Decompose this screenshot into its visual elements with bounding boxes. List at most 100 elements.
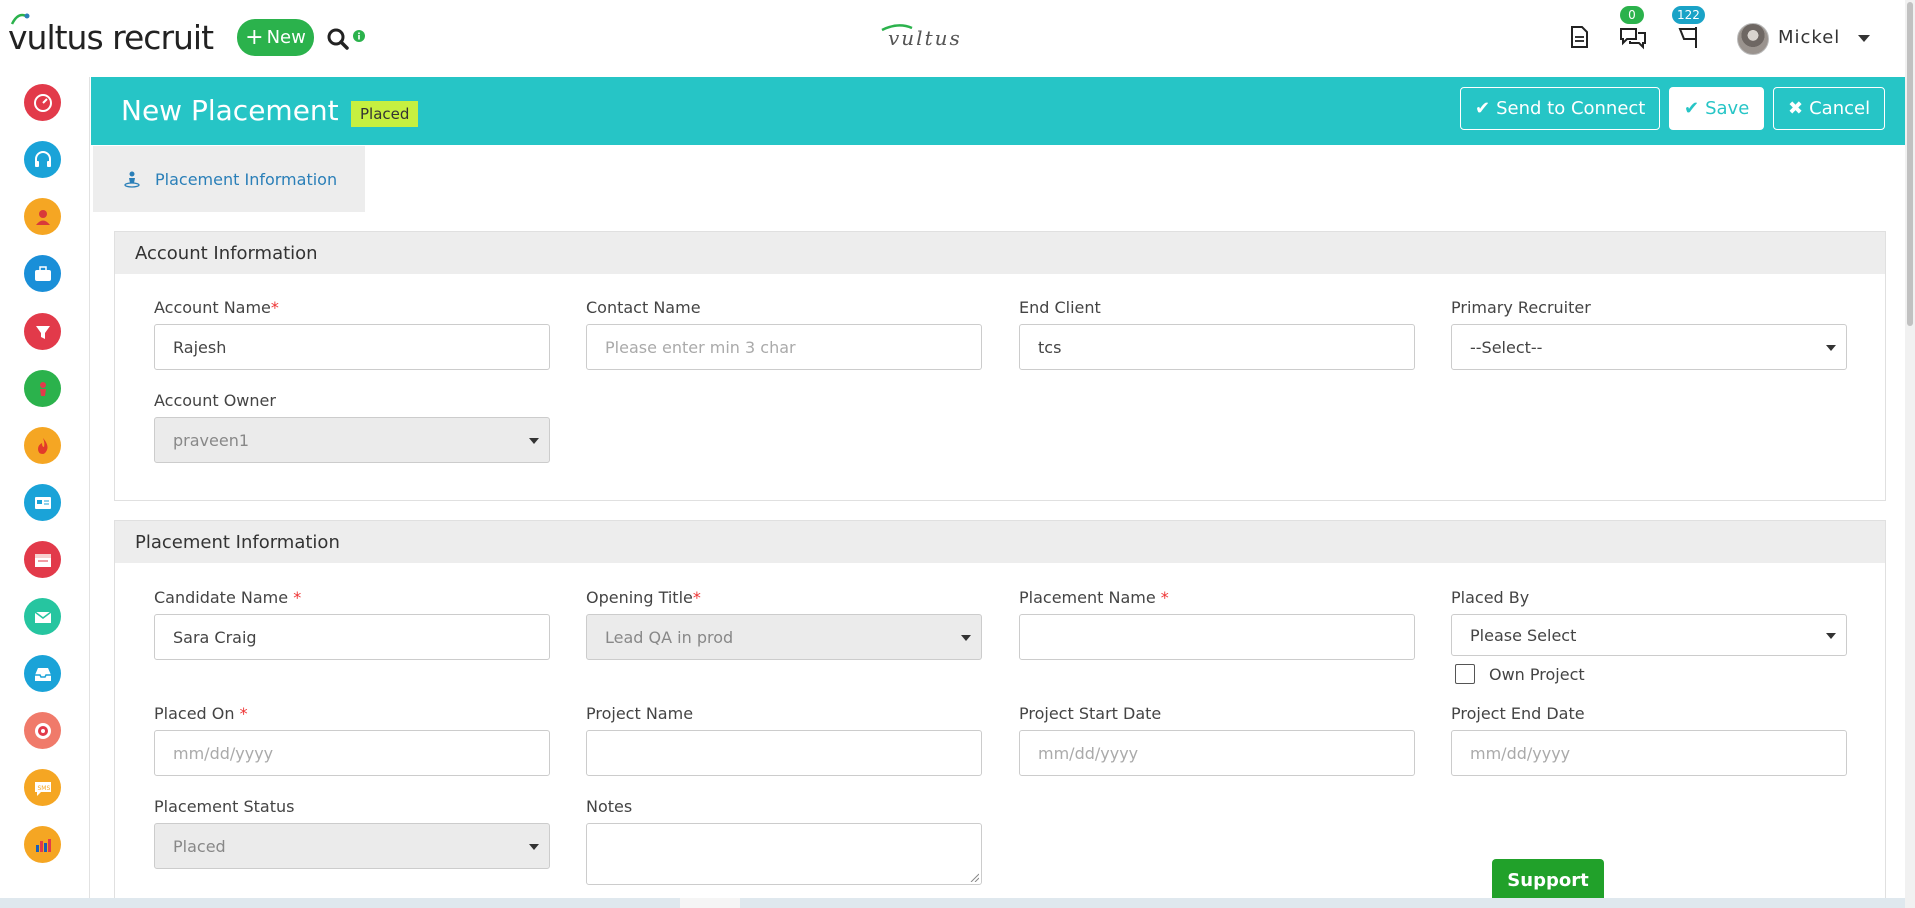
placement-name-input[interactable] bbox=[1019, 614, 1415, 660]
placement-information-panel: Placement Information Candidate Name * S… bbox=[114, 520, 1886, 908]
project-start-date-input[interactable]: mm/dd/yyyy bbox=[1019, 730, 1415, 776]
resize-handle-icon[interactable] bbox=[969, 872, 979, 882]
flag-count-badge: 122 bbox=[1672, 6, 1705, 24]
placement-status-value: Placed bbox=[173, 836, 226, 856]
cancel-label: Cancel bbox=[1809, 98, 1871, 119]
project-end-date-label: Project End Date bbox=[1451, 704, 1585, 723]
send-to-connect-button[interactable]: ✔ Send to Connect bbox=[1460, 87, 1661, 130]
project-name-field: Project Name bbox=[586, 704, 982, 776]
brand-logo[interactable]: vultus recruit bbox=[8, 12, 214, 62]
notes-textarea[interactable] bbox=[586, 823, 982, 885]
project-name-input[interactable] bbox=[586, 730, 982, 776]
chevron-down-icon bbox=[1826, 345, 1836, 351]
contacts-icon[interactable] bbox=[24, 198, 61, 235]
opening-title-value: Lead QA in prod bbox=[605, 627, 734, 647]
reports-icon[interactable] bbox=[24, 826, 61, 863]
placed-by-select[interactable]: Please Select bbox=[1451, 614, 1847, 656]
account-information-panel: Account Information Account Name* Rajesh… bbox=[114, 231, 1886, 501]
chevron-down-icon bbox=[529, 438, 539, 444]
funnel-icon[interactable] bbox=[24, 313, 61, 350]
cancel-button[interactable]: ✖ Cancel bbox=[1773, 87, 1886, 130]
tab-placement-information[interactable]: Placement Information bbox=[93, 146, 365, 212]
placed-on-label: Placed On * bbox=[154, 704, 248, 723]
contact-name-input[interactable]: Please enter min 3 char bbox=[586, 324, 982, 370]
email-icon[interactable] bbox=[24, 598, 61, 635]
account-owner-label: Account Owner bbox=[154, 391, 276, 410]
primary-recruiter-select[interactable]: --Select-- bbox=[1451, 324, 1847, 370]
end-client-input[interactable]: tcs bbox=[1019, 324, 1415, 370]
project-end-date-field: Project End Date mm/dd/yyyy bbox=[1451, 704, 1847, 776]
close-icon: ✖ bbox=[1788, 98, 1804, 119]
account-owner-value: praveen1 bbox=[173, 430, 250, 450]
target-icon[interactable] bbox=[24, 712, 61, 749]
placed-by-label: Placed By bbox=[1451, 588, 1530, 607]
vertical-scrollbar-thumb[interactable] bbox=[1907, 2, 1913, 326]
info-icon[interactable] bbox=[353, 30, 365, 42]
placed-on-input[interactable]: mm/dd/yyyy bbox=[154, 730, 550, 776]
horizontal-scrollbar[interactable] bbox=[0, 898, 1905, 908]
sms-icon[interactable]: SMS bbox=[24, 769, 61, 806]
page-title: New Placement bbox=[121, 94, 339, 127]
plus-icon: + bbox=[245, 24, 264, 50]
own-project-row: Own Project bbox=[1451, 664, 1847, 684]
support-button[interactable]: Support bbox=[1492, 859, 1604, 901]
placement-name-label: Placement Name * bbox=[1019, 588, 1169, 607]
contact-name-field: Contact Name Please enter min 3 char bbox=[586, 298, 982, 370]
account-name-input[interactable]: Rajesh bbox=[154, 324, 550, 370]
status-badge: Placed bbox=[351, 101, 419, 127]
svg-text:vultus: vultus bbox=[888, 26, 962, 50]
jobs-briefcase-icon[interactable] bbox=[24, 255, 61, 292]
chat-count-badge: 0 bbox=[1620, 6, 1644, 24]
page-header: New Placement Placed ✔ Send to Connect ✔… bbox=[91, 77, 1915, 145]
primary-recruiter-label: Primary Recruiter bbox=[1451, 298, 1591, 317]
placed-by-value: Please Select bbox=[1470, 625, 1577, 645]
user-name[interactable]: Mickel bbox=[1778, 27, 1840, 48]
save-button[interactable]: ✔ Save bbox=[1669, 87, 1765, 130]
tab-label: Placement Information bbox=[155, 169, 338, 189]
hot-list-icon[interactable] bbox=[24, 427, 61, 464]
placement-status-select: Placed bbox=[154, 823, 550, 869]
check-icon: ✔ bbox=[1475, 98, 1491, 119]
sidebar: SMS bbox=[0, 77, 90, 908]
account-name-label: Account Name* bbox=[154, 298, 279, 317]
placement-name-field: Placement Name * bbox=[1019, 588, 1415, 660]
project-end-date-input[interactable]: mm/dd/yyyy bbox=[1451, 730, 1847, 776]
opening-title-field: Opening Title* Lead QA in prod bbox=[586, 588, 982, 660]
search-icon[interactable] bbox=[326, 26, 352, 52]
dashboard-icon[interactable] bbox=[24, 84, 61, 121]
end-client-field: End Client tcs bbox=[1019, 298, 1415, 370]
notes-label: Notes bbox=[586, 797, 633, 816]
chat-icon[interactable] bbox=[1618, 24, 1648, 50]
account-information-heading: Account Information bbox=[115, 232, 1885, 274]
notes-field: Notes bbox=[586, 797, 982, 885]
placed-on-field: Placed On * mm/dd/yyyy bbox=[154, 704, 550, 776]
chevron-down-icon bbox=[1826, 633, 1836, 639]
project-name-label: Project Name bbox=[586, 704, 694, 723]
inbox-icon[interactable] bbox=[24, 655, 61, 692]
placement-icon[interactable] bbox=[24, 370, 61, 407]
calendar-icon[interactable] bbox=[24, 541, 61, 578]
candidate-name-input[interactable]: Sara Craig bbox=[154, 614, 550, 660]
account-owner-select: praveen1 bbox=[154, 417, 550, 463]
send-to-connect-label: Send to Connect bbox=[1496, 98, 1646, 119]
avatar[interactable] bbox=[1737, 23, 1769, 55]
account-owner-field: Account Owner praveen1 bbox=[154, 391, 550, 463]
support-headset-icon[interactable] bbox=[24, 141, 61, 178]
primary-recruiter-field: Primary Recruiter --Select-- bbox=[1451, 298, 1847, 370]
placement-tab-icon bbox=[124, 171, 140, 188]
horizontal-scrollbar-thumb[interactable] bbox=[680, 898, 740, 908]
new-button[interactable]: + New bbox=[237, 19, 314, 56]
flag-icon[interactable] bbox=[1676, 24, 1702, 50]
center-logo: vultus bbox=[881, 24, 962, 50]
top-bar: vultus recruit + New vultus 0 122 Mickel bbox=[0, 0, 1915, 77]
chevron-down-icon[interactable] bbox=[1858, 35, 1870, 42]
new-button-label: New bbox=[266, 27, 306, 48]
project-start-date-field: Project Start Date mm/dd/yyyy bbox=[1019, 704, 1415, 776]
end-client-label: End Client bbox=[1019, 298, 1101, 317]
check-icon: ✔ bbox=[1684, 98, 1700, 119]
job-board-icon[interactable] bbox=[24, 484, 61, 521]
own-project-label: Own Project bbox=[1489, 664, 1585, 684]
own-project-checkbox[interactable] bbox=[1455, 664, 1475, 684]
account-name-field: Account Name* Rajesh bbox=[154, 298, 550, 370]
document-icon[interactable] bbox=[1566, 24, 1592, 50]
